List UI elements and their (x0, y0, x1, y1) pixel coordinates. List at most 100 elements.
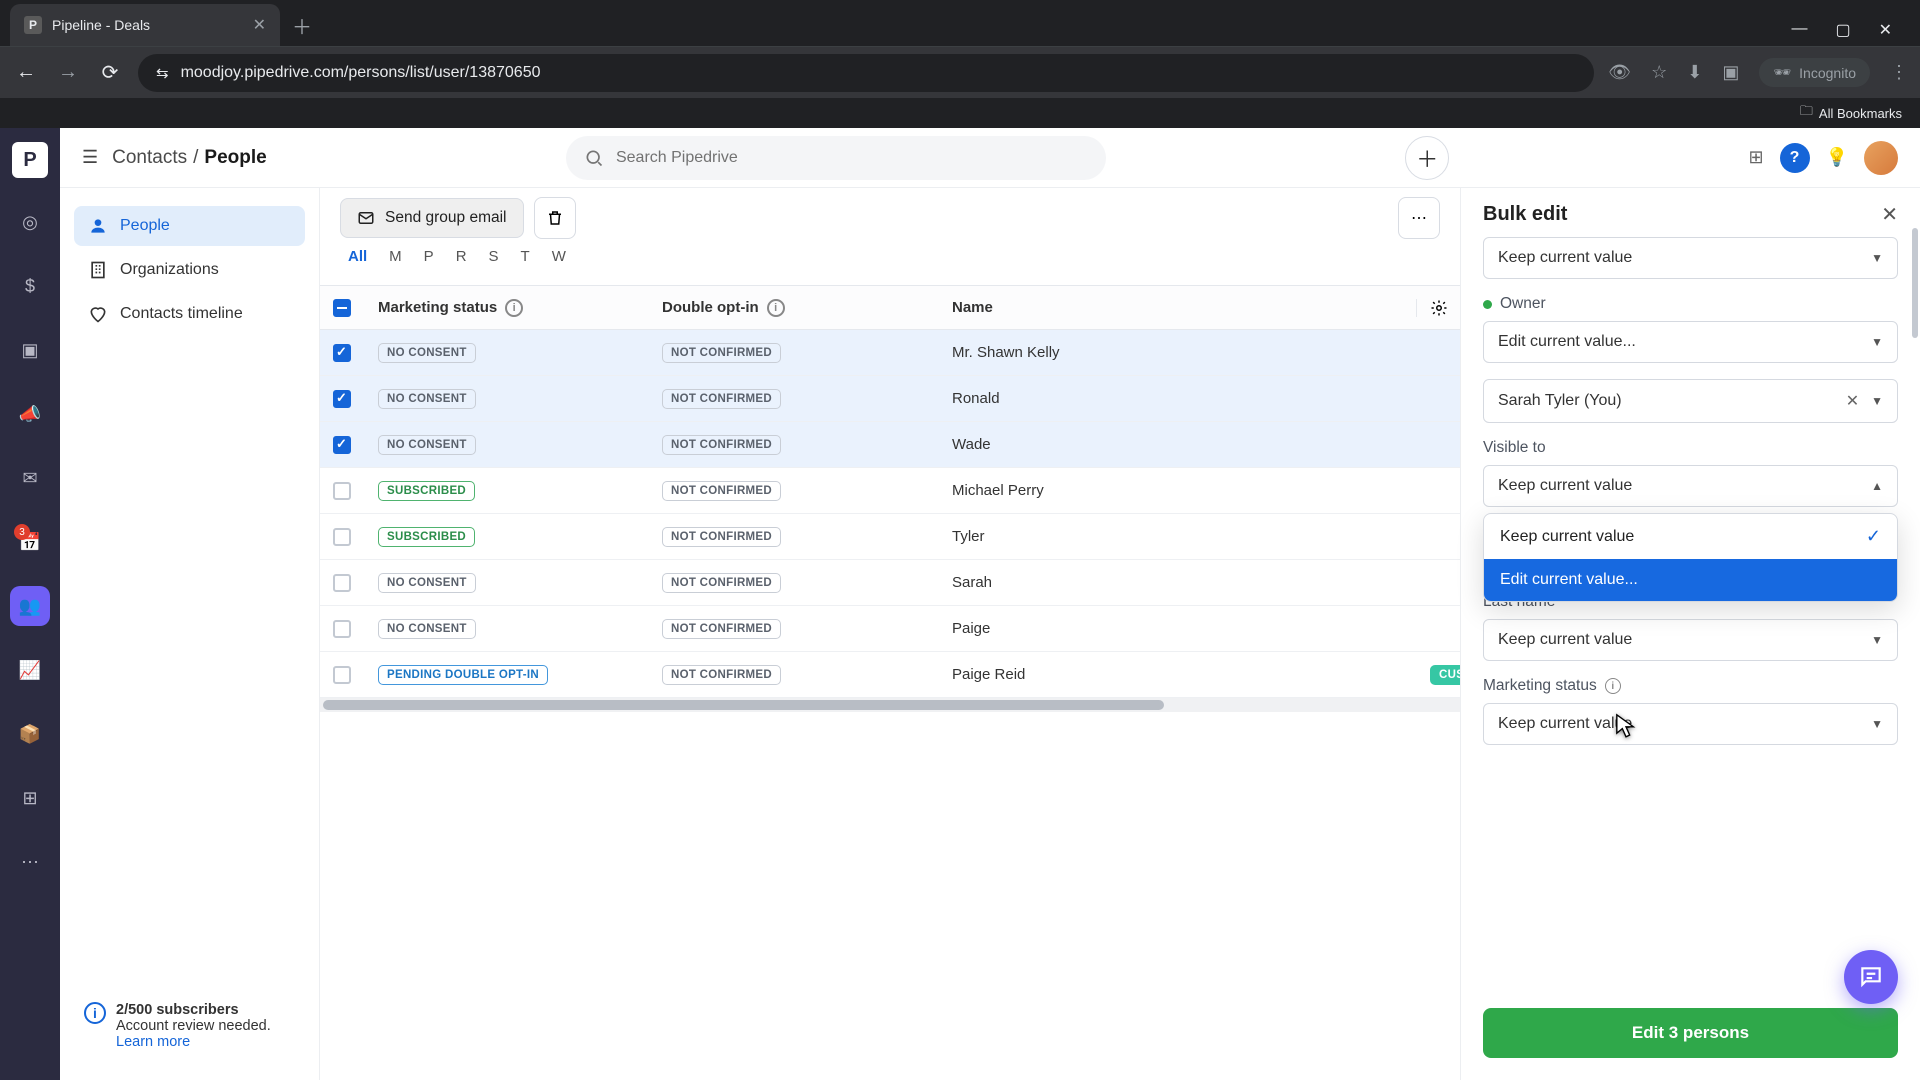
hamburger-icon[interactable]: ☰ (82, 147, 98, 168)
tips-icon[interactable]: 💡 (1826, 147, 1848, 168)
rail-projects-icon[interactable]: ▣ (10, 330, 50, 370)
filter-s[interactable]: S (489, 248, 499, 265)
owner-value-select[interactable]: Sarah Tyler (You) ✕▼ (1483, 379, 1898, 423)
app-logo[interactable]: P (12, 142, 48, 178)
row-checkbox-cell[interactable] (320, 528, 364, 546)
filter-r[interactable]: R (456, 248, 467, 265)
row-checkbox-cell[interactable] (320, 390, 364, 408)
table-row[interactable]: NO CONSENTNOT CONFIRMEDWade (320, 422, 1460, 468)
crumb-root[interactable]: Contacts (112, 147, 187, 169)
filter-w[interactable]: W (552, 248, 566, 265)
info-icon[interactable]: i (1605, 678, 1621, 694)
table-row[interactable]: NO CONSENTNOT CONFIRMEDRonald (320, 376, 1460, 422)
visible-to-select[interactable]: Keep current value▲ (1483, 465, 1898, 507)
filter-m[interactable]: M (389, 248, 402, 265)
user-avatar[interactable] (1864, 141, 1898, 175)
panel-header: Bulk edit ✕ (1461, 188, 1920, 231)
menu-icon[interactable]: ⋮ (1890, 62, 1908, 83)
checkbox-indeterminate[interactable] (333, 299, 351, 317)
checkbox[interactable] (333, 574, 351, 592)
filter-p[interactable]: P (424, 248, 434, 265)
search-placeholder: Search Pipedrive (616, 149, 738, 167)
close-tab-icon[interactable]: ✕ (253, 15, 266, 35)
close-panel-button[interactable]: ✕ (1881, 202, 1898, 227)
owner-mode-select[interactable]: Edit current value...▼ (1483, 321, 1898, 363)
table-settings-button[interactable] (1416, 299, 1460, 317)
incognito-badge[interactable]: 🕶 Incognito (1759, 58, 1870, 87)
browser-tab[interactable]: P Pipeline - Deals ✕ (10, 4, 280, 46)
info-icon[interactable]: i (505, 299, 523, 317)
table-row[interactable]: NO CONSENTNOT CONFIRMEDSarah (320, 560, 1460, 606)
table-row[interactable]: PENDING DOUBLE OPT-INNOT CONFIRMEDPaige … (320, 652, 1460, 698)
checkbox[interactable] (333, 390, 351, 408)
sidebar-item-organizations[interactable]: Organizations (74, 250, 305, 290)
sidebar-item-timeline[interactable]: Contacts timeline (74, 294, 305, 334)
new-tab-button[interactable]: ＋ (292, 11, 312, 46)
send-group-email-button[interactable]: Send group email (340, 198, 524, 238)
chat-fab[interactable] (1844, 950, 1898, 1004)
dropdown-option-keep[interactable]: Keep current value✓ (1484, 514, 1897, 559)
filter-all[interactable]: All (348, 248, 367, 265)
apps-icon[interactable]: ⊞ (1748, 147, 1763, 168)
learn-more-link[interactable]: Learn more (116, 1034, 190, 1050)
info-icon[interactable]: i (767, 299, 785, 317)
table-row[interactable]: NO CONSENTNOT CONFIRMEDPaige (320, 606, 1460, 652)
marketing-status-select[interactable]: Keep current value▼ (1483, 703, 1898, 745)
filter-t[interactable]: T (521, 248, 530, 265)
rail-mail-icon[interactable]: ✉ (10, 458, 50, 498)
rail-contacts-icon[interactable]: 👥 (10, 586, 50, 626)
download-icon[interactable]: ⬇ (1687, 62, 1702, 83)
back-button[interactable]: ← (12, 61, 40, 84)
sidebar-item-people[interactable]: People (74, 206, 305, 246)
close-window-icon[interactable]: ✕ (1879, 20, 1892, 40)
checkbox[interactable] (333, 528, 351, 546)
reload-button[interactable]: ⟳ (96, 60, 124, 85)
all-bookmarks-link[interactable]: All Bookmarks (1819, 106, 1902, 121)
submit-button[interactable]: Edit 3 persons (1483, 1008, 1898, 1058)
scroll-thumb[interactable] (323, 700, 1164, 710)
bookmark-star-icon[interactable]: ☆ (1651, 62, 1667, 83)
table-row[interactable]: SUBSCRIBEDNOT CONFIRMEDMichael Perry (320, 468, 1460, 514)
help-icon[interactable]: ? (1780, 143, 1810, 173)
row-checkbox-cell[interactable] (320, 482, 364, 500)
checkbox[interactable] (333, 436, 351, 454)
rail-marketplace-icon[interactable]: ⊞ (10, 778, 50, 818)
col-name[interactable]: Name (938, 299, 1416, 316)
rail-more-icon[interactable]: ⋯ (10, 842, 50, 882)
table-row[interactable]: NO CONSENTNOT CONFIRMEDMr. Shawn Kelly (320, 330, 1460, 376)
site-info-icon[interactable]: ⇆ (156, 64, 169, 82)
minimize-icon[interactable]: — (1791, 20, 1807, 40)
checkbox[interactable] (333, 666, 351, 684)
maximize-icon[interactable]: ▢ (1835, 20, 1850, 40)
address-bar[interactable]: ⇆ moodjoy.pipedrive.com/persons/list/use… (138, 54, 1594, 92)
rail-campaigns-icon[interactable]: 📣 (10, 394, 50, 434)
rail-focus-icon[interactable]: ◎ (10, 202, 50, 242)
checkbox[interactable] (333, 620, 351, 638)
select-all-cell[interactable] (320, 299, 364, 317)
field-select[interactable]: Keep current value▼ (1483, 237, 1898, 279)
checkbox[interactable] (333, 344, 351, 362)
row-checkbox-cell[interactable] (320, 344, 364, 362)
row-checkbox-cell[interactable] (320, 436, 364, 454)
row-checkbox-cell[interactable] (320, 620, 364, 638)
clear-icon[interactable]: ✕ (1846, 391, 1859, 411)
row-checkbox-cell[interactable] (320, 666, 364, 684)
checkbox[interactable] (333, 482, 351, 500)
delete-button[interactable] (534, 197, 576, 239)
eye-off-icon[interactable]: 👁 (1608, 62, 1631, 83)
dropdown-option-edit[interactable]: Edit current value... (1484, 559, 1897, 601)
col-double-optin[interactable]: Double opt-ini (648, 299, 938, 317)
rail-deals-icon[interactable]: $ (10, 266, 50, 306)
more-actions-button[interactable]: ⋯ (1398, 197, 1440, 239)
rail-products-icon[interactable]: 📦 (10, 714, 50, 754)
col-marketing-status[interactable]: Marketing statusi (364, 299, 648, 317)
row-checkbox-cell[interactable] (320, 574, 364, 592)
last-name-select[interactable]: Keep current value▼ (1483, 619, 1898, 661)
horizontal-scrollbar[interactable] (320, 698, 1460, 712)
rail-activities-icon[interactable]: 3📅 (10, 522, 50, 562)
rail-insights-icon[interactable]: 📈 (10, 650, 50, 690)
search-input[interactable]: Search Pipedrive (566, 136, 1106, 180)
side-panel-icon[interactable]: ▣ (1722, 62, 1739, 83)
add-button[interactable]: ＋ (1405, 136, 1449, 180)
table-row[interactable]: SUBSCRIBEDNOT CONFIRMEDTyler (320, 514, 1460, 560)
